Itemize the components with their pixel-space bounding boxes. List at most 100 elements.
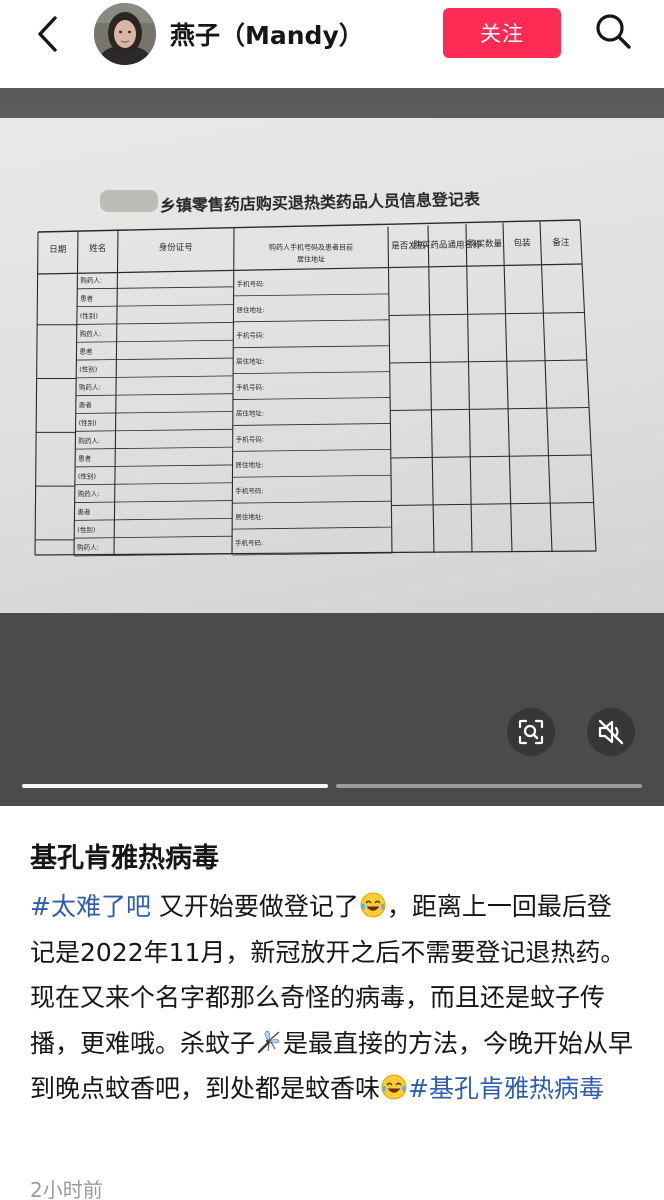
form-name-cell: 购药人: <box>78 436 100 445</box>
form-row-line <box>76 339 234 343</box>
mosquito-emoji <box>257 1030 280 1053</box>
form-name-cell: 患者 <box>78 507 92 516</box>
form-column-line <box>231 228 235 554</box>
post-title: 基孔肯雅热病毒 <box>30 843 219 874</box>
form-column-line <box>539 221 553 552</box>
form-row-line <box>75 411 233 414</box>
form-row-line <box>77 286 234 290</box>
search-button[interactable] <box>590 8 636 54</box>
blurred-region <box>100 190 158 212</box>
form-row-line <box>390 407 590 411</box>
form-name-cell: (性别) <box>79 365 97 374</box>
form-header-line <box>37 263 583 275</box>
form-column-line <box>579 220 597 552</box>
form-row-line <box>389 312 585 316</box>
username[interactable]: 燕子（Mandy） <box>170 16 364 52</box>
form-address-cell: 手机号码: <box>237 279 265 288</box>
slide-indicator-1[interactable] <box>22 784 328 788</box>
top-bar: 燕子（Mandy） 关注 <box>0 0 664 88</box>
form-row-line <box>74 517 233 521</box>
post-text: 又开始要做登记了 <box>150 892 359 921</box>
form-name-cell: (性别) <box>80 311 98 320</box>
avatar[interactable] <box>94 3 156 65</box>
form-name-cell: 购药人: <box>80 329 102 338</box>
form-row-line <box>233 371 390 375</box>
form-row-line <box>232 474 392 478</box>
form-name-cell: 患者 <box>79 347 93 356</box>
form-address-cell: 居住地址: <box>236 357 264 366</box>
form-row-line <box>75 393 233 397</box>
form-address-cell: 居住地址: <box>235 512 263 521</box>
form-title: 乡镇零售药店购买退热类药品人员信息登记表 <box>160 190 481 216</box>
slide-indicator-1-fill <box>22 784 328 788</box>
image-search-button[interactable] <box>507 708 555 756</box>
form-header-cell: 日期 <box>49 245 66 255</box>
form-row-line <box>74 482 233 486</box>
form-name-cell: 购药人: <box>77 543 99 552</box>
back-button[interactable] <box>28 14 68 54</box>
form-column-line <box>113 229 119 555</box>
form-row-line <box>232 526 392 530</box>
form-row-line <box>75 464 233 468</box>
form-row-line <box>232 397 391 400</box>
form-row-line <box>75 446 233 450</box>
form-row-line <box>74 500 233 503</box>
form-border-top <box>37 219 581 233</box>
timestamp: 2小时前 <box>30 1178 103 1200</box>
form-row-line <box>232 500 392 504</box>
form-row-line <box>76 322 234 325</box>
follow-button[interactable]: 关注 <box>443 8 561 58</box>
post-content: 基孔肯雅热病毒 #太难了吧 又开始要做登记了 ，距离上一回最后登记是2022年1… <box>0 806 664 1200</box>
form-row-line <box>77 304 234 308</box>
form-column-line <box>387 226 393 554</box>
form-row-line <box>232 423 391 426</box>
mute-button[interactable] <box>587 708 635 756</box>
form-row-line <box>74 535 233 539</box>
chevron-left-icon <box>38 16 57 52</box>
search-icon <box>596 14 631 49</box>
form-name-cell: 购药人: <box>80 275 102 284</box>
form-row-line <box>233 319 390 323</box>
form-column-line <box>502 222 513 553</box>
form-header-cell: 身份证号 <box>159 242 193 253</box>
form-name-cell: (性别) <box>78 471 96 480</box>
form-address-cell: 居住地址: <box>236 305 264 314</box>
form-address-cell: 手机号码: <box>235 486 263 495</box>
form-address-cell: 居住地址: <box>236 460 264 469</box>
form-header-cell: 备注 <box>552 237 570 248</box>
tears-of-joy-emoji <box>360 892 386 918</box>
form-name-cell: (性别) <box>77 525 95 534</box>
form-column-line <box>73 230 79 555</box>
form-row-line <box>233 345 390 349</box>
form-header-cell: 包装 <box>514 238 532 249</box>
post-body: #太难了吧 又开始要做登记了 ，距离上一回最后登记是2022年11月，新冠放开之… <box>30 884 634 1112</box>
slide-indicator-2[interactable] <box>336 784 642 788</box>
form-row-line <box>391 502 594 506</box>
hashtag-link[interactable]: #太难了吧 <box>30 892 151 921</box>
form-row-line <box>76 375 234 379</box>
form-row-line <box>232 448 391 452</box>
volume-mute-icon <box>598 719 624 745</box>
form-row-line <box>389 359 587 364</box>
hashtag-link[interactable]: #基孔肯雅热病毒 <box>408 1074 604 1103</box>
form-row-line <box>76 357 234 361</box>
form-address-cell: 手机号码: <box>236 434 264 443</box>
form-row-line <box>390 454 592 459</box>
form-column-line <box>427 225 435 554</box>
form-name-cell: (性别) <box>79 418 97 427</box>
media-viewer[interactable]: 乡镇零售药店购买退热类药品人员信息登记表 日期 姓名 身份证号 购药人手机号码及患者目前… <box>0 88 664 806</box>
form-header-cell: 姓名 <box>89 243 106 254</box>
form-header-cell: 居住地址 <box>297 254 325 263</box>
form-header-cell: 购买数量 <box>468 239 503 250</box>
form-address-cell: 手机号码: <box>235 538 263 547</box>
form-name-cell: 购药人: <box>79 382 101 391</box>
photo-registration-form: 乡镇零售药店购买退热类药品人员信息登记表 日期 姓名 身份证号 购药人手机号码及患者目前… <box>0 118 664 613</box>
form-name-cell: 患者 <box>80 293 94 302</box>
tears-of-joy-emoji <box>381 1074 407 1100</box>
image-search-icon <box>518 719 544 745</box>
form-address-cell: 手机号码: <box>236 382 264 391</box>
form-address-cell: 手机号码: <box>236 331 264 340</box>
form-address-cell: 居住地址: <box>236 408 264 417</box>
form-row-line <box>75 428 233 432</box>
form-column-line <box>465 224 473 553</box>
